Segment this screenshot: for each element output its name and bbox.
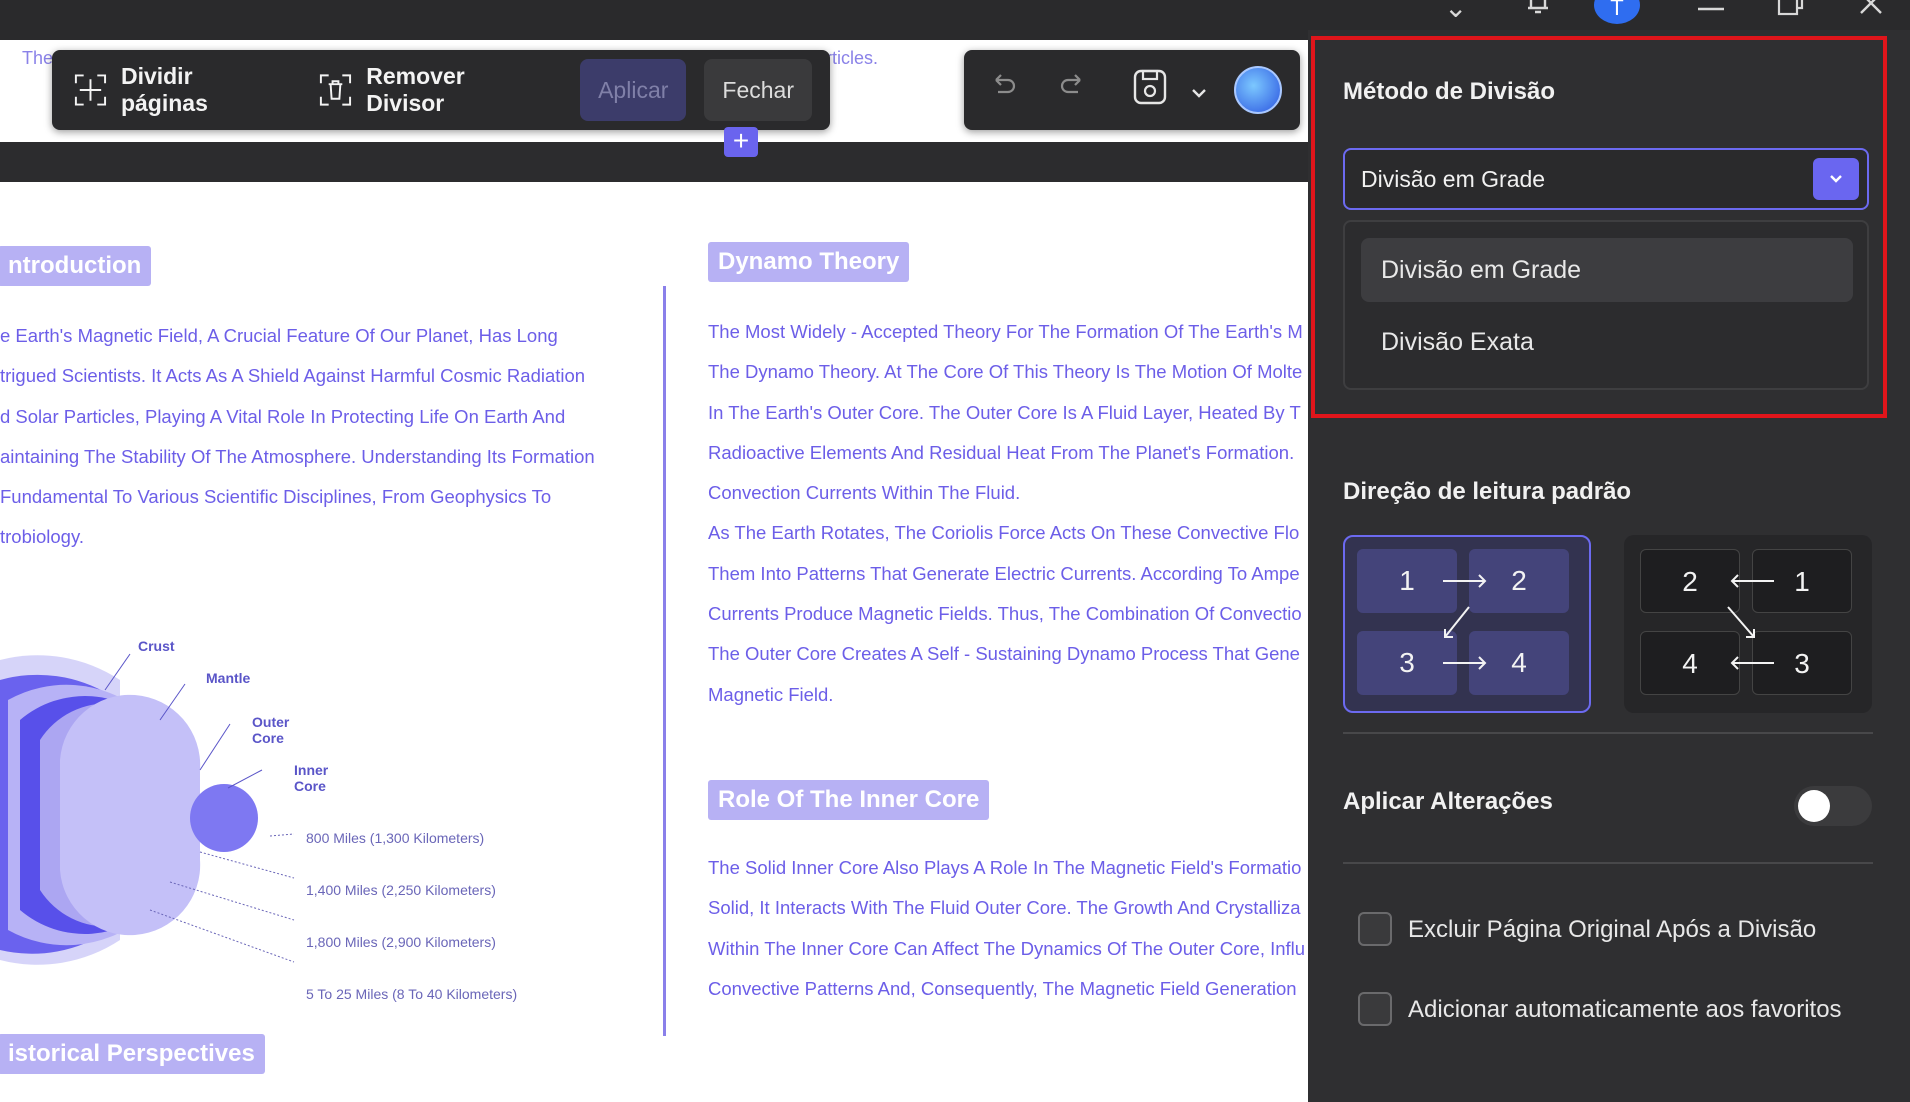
restore-icon[interactable] bbox=[1776, 0, 1806, 21]
close-window-icon[interactable] bbox=[1858, 0, 1884, 20]
apply-changes-toggle[interactable] bbox=[1794, 786, 1872, 826]
heading-inner-core: Role Of The Inner Core bbox=[708, 780, 990, 820]
delete-original-checkbox[interactable] bbox=[1358, 912, 1392, 946]
previous-page-text-right: rticles. bbox=[826, 48, 879, 68]
apply-changes-label: Aplicar Alterações bbox=[1343, 788, 1553, 815]
remove-divider-icon bbox=[320, 74, 352, 106]
reading-direction-ltr[interactable]: 1 2 3 4 bbox=[1343, 535, 1591, 713]
split-method-dropdown: Divisão em Grade Divisão Exata bbox=[1343, 220, 1869, 390]
chevron-down-icon[interactable]: ⌄ bbox=[1444, 0, 1467, 22]
split-settings-card: Método de Divisão Divisão em Grade Divis… bbox=[1308, 40, 1878, 1102]
option-grid-split[interactable]: Divisão em Grade bbox=[1361, 238, 1853, 302]
minimize-icon[interactable] bbox=[1696, 0, 1726, 22]
redo-icon[interactable] bbox=[1058, 70, 1088, 108]
reading-order-arrows bbox=[1727, 574, 1774, 670]
previous-page-text-left: The bbox=[22, 48, 54, 68]
text-line: trigued Scientists. It Acts As A Shield … bbox=[0, 365, 586, 387]
text-line: e Earth's Magnetic Field, A Crucial Feat… bbox=[0, 325, 558, 346]
ai-assistant-icon[interactable] bbox=[1234, 66, 1282, 114]
split-method-value: Divisão em Grade bbox=[1361, 166, 1546, 192]
text-line: The Outer Core Creates A Self - Sustaini… bbox=[708, 643, 1300, 665]
paragraph-introduction: e Earth's Magnetic Field, A Crucial Feat… bbox=[0, 316, 595, 558]
remove-divider-button[interactable]: Remover Divisor bbox=[317, 63, 544, 117]
add-divider-button[interactable]: + bbox=[724, 127, 758, 157]
option-exact-split[interactable]: Divisão Exata bbox=[1361, 310, 1853, 374]
remove-divider-label: Remover Divisor bbox=[366, 63, 465, 116]
column-divider bbox=[663, 286, 666, 1036]
text-line: As The Earth Rotates, The Coriolis Force… bbox=[708, 522, 1300, 544]
divider-line bbox=[1343, 732, 1873, 734]
text-line: Convection Currents Within The Fluid. bbox=[708, 482, 1021, 504]
text-line: Fundamental To Various Scientific Discip… bbox=[0, 486, 552, 508]
undo-icon[interactable] bbox=[988, 70, 1018, 108]
earth-layers-diagram: Crust Mantle Outer Core Inner Core 800 M… bbox=[0, 620, 517, 1002]
app-window: ⌄ T The rticles. ntroduction e Earth's M… bbox=[0, 0, 1910, 1102]
save-icon[interactable] bbox=[1132, 68, 1168, 114]
diagram-label-crust: Crust bbox=[138, 638, 175, 654]
bell-icon[interactable] bbox=[1522, 0, 1554, 21]
split-settings-panel: Método de Divisão Divisão em Grade Divis… bbox=[1308, 30, 1910, 1102]
text-line: Magnetic Field. bbox=[708, 683, 834, 705]
split-method-select[interactable]: Divisão em Grade bbox=[1343, 148, 1869, 210]
page-gap bbox=[0, 142, 1308, 182]
diagram-label-inner-core: Inner Core bbox=[294, 762, 329, 794]
reading-direction-title: Direção de leitura padrão bbox=[1343, 478, 1632, 505]
reading-order-arrows bbox=[1443, 574, 1487, 670]
heading-historical: istorical Perspectives bbox=[0, 1034, 265, 1074]
user-avatar[interactable]: T bbox=[1594, 0, 1640, 24]
text-line: The Most Widely - Accepted Theory For Th… bbox=[708, 321, 1303, 342]
diagram-measure: 800 Miles (1,300 Kilometers) bbox=[306, 830, 485, 846]
reading-direction-rtl[interactable]: 2 1 4 3 bbox=[1624, 535, 1872, 713]
method-title: Método de Divisão bbox=[1343, 78, 1556, 105]
text-line: Convective Patterns And, Consequently, T… bbox=[708, 977, 1297, 999]
split-pages-icon bbox=[74, 74, 107, 106]
paragraph-inner-core: The Solid Inner Core Also Plays A Role I… bbox=[708, 848, 1305, 1009]
divider-line bbox=[1343, 862, 1873, 864]
text-line: The Dynamo Theory. At The Core Of This T… bbox=[708, 361, 1303, 383]
delete-original-label: Excluir Página Original Após a Divisão bbox=[1408, 916, 1817, 943]
close-button[interactable]: Fechar bbox=[704, 59, 812, 121]
split-toolbar: Dividir páginas Remover Divisor Aplicar … bbox=[52, 50, 830, 130]
add-favorites-checkbox[interactable] bbox=[1358, 992, 1392, 1026]
heading-dynamo-theory: Dynamo Theory bbox=[708, 242, 910, 282]
diagram-measure: 1,800 Miles (2,900 Kilometers) bbox=[306, 934, 496, 950]
paragraph-dynamo-theory: The Most Widely - Accepted Theory For Th… bbox=[708, 312, 1303, 715]
diagram-measure: 5 To 25 Miles (8 To 40 Kilometers) bbox=[306, 986, 518, 1002]
text-line: trobiology. bbox=[0, 526, 84, 548]
diagram-measure: 1,400 Miles (2,250 Kilometers) bbox=[306, 882, 496, 898]
diagram-label-mantle: Mantle bbox=[206, 670, 251, 686]
text-line: Within The Inner Core Can Affect The Dyn… bbox=[708, 937, 1306, 959]
text-line: d Solar Particles, Playing A Vital Role … bbox=[0, 405, 566, 427]
earth-layers-illustration bbox=[0, 653, 295, 965]
chevron-down-icon[interactable] bbox=[1813, 158, 1859, 200]
text-line: Radioactive Elements And Residual Heat F… bbox=[708, 441, 1295, 463]
action-toolbar bbox=[964, 50, 1300, 130]
document-viewer[interactable]: The rticles. ntroduction e Earth's Magne… bbox=[0, 40, 1308, 1102]
save-options-chevron-icon[interactable] bbox=[1190, 74, 1208, 108]
diagram-label-outer-core: Outer Core bbox=[252, 714, 290, 746]
apply-button[interactable]: Aplicar bbox=[580, 59, 687, 121]
text-line: Solid, It Interacts With The Fluid Outer… bbox=[708, 897, 1301, 919]
text-line: aintaining The Stability Of The Atmosphe… bbox=[0, 445, 595, 467]
split-pages-label: Dividir páginas bbox=[120, 63, 208, 116]
toggle-knob bbox=[1798, 790, 1830, 822]
text-line: Currents Produce Magnetic Fields. Thus, … bbox=[708, 603, 1302, 625]
text-line: Them Into Patterns That Generate Electri… bbox=[708, 562, 1300, 584]
text-line: The Solid Inner Core Also Plays A Role I… bbox=[708, 857, 1302, 878]
text-line: In The Earth's Outer Core. The Outer Cor… bbox=[708, 401, 1301, 423]
heading-introduction: ntroduction bbox=[0, 246, 152, 286]
add-favorites-label: Adicionar automaticamente aos favoritos bbox=[1408, 996, 1842, 1023]
split-pages-button[interactable]: Dividir páginas bbox=[72, 63, 281, 117]
